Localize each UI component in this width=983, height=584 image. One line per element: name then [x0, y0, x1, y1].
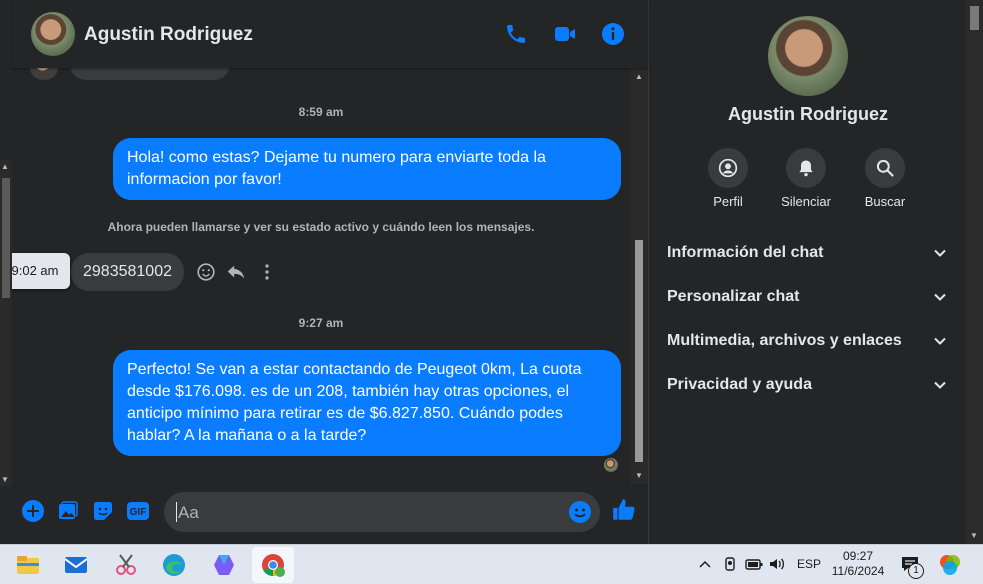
previous-message[interactable]	[70, 68, 230, 80]
mute-label: Silenciar	[781, 194, 831, 209]
mute-button[interactable]: Silenciar	[766, 148, 846, 209]
chevron-down-icon	[934, 293, 946, 301]
contact-avatar[interactable]	[31, 12, 75, 56]
mail-icon[interactable]	[62, 551, 90, 579]
scrollbar-thumb[interactable]	[970, 6, 979, 30]
section-label: Personalizar chat	[667, 288, 800, 305]
outer-scrollbar[interactable]: ▲ ▼	[0, 160, 12, 486]
phone-icon[interactable]	[504, 22, 528, 46]
section-media-files-links[interactable]: Multimedia, archivos y enlaces	[667, 326, 951, 356]
scrollbar-thumb[interactable]	[2, 178, 10, 298]
copilot-icon[interactable]	[210, 551, 238, 579]
profile-icon	[718, 158, 738, 178]
message-list[interactable]: 8:59 am Hola! como estas? Dejame tu nume…	[12, 68, 630, 484]
taskbar: ESP 09:27 11/6/2024 1	[0, 544, 983, 584]
file-explorer-icon[interactable]	[14, 551, 42, 579]
chevron-down-icon	[934, 249, 946, 257]
notification-badge: 1	[908, 563, 924, 579]
language-indicator[interactable]: ESP	[797, 557, 821, 571]
search-icon	[876, 159, 894, 177]
section-label: Información del chat	[667, 244, 824, 261]
react-icon[interactable]	[195, 261, 217, 283]
section-label: Privacidad y ayuda	[667, 376, 812, 393]
sticker-icon[interactable]	[91, 499, 115, 523]
more-options-icon[interactable]	[256, 261, 278, 283]
composer: GIF Aa	[12, 484, 648, 544]
gif-label: GIF	[130, 507, 147, 518]
page-scrollbar[interactable]: ▼	[966, 0, 983, 544]
incoming-message[interactable]: 2983581002	[71, 253, 184, 291]
outgoing-message[interactable]: Perfecto! Se van a estar contactando de …	[113, 350, 621, 456]
clock-time: 09:27	[842, 549, 874, 563]
timestamp: 9:27 am	[298, 316, 344, 330]
chrome-icon[interactable]	[259, 551, 287, 579]
section-chat-info[interactable]: Información del chat	[667, 238, 951, 268]
volume-icon[interactable]	[768, 556, 786, 572]
reply-icon[interactable]	[225, 261, 247, 283]
system-note: Ahora pueden llamarse y ver su estado ac…	[107, 220, 535, 234]
profile-label: Perfil	[713, 194, 743, 209]
seen-avatar	[604, 458, 618, 472]
outgoing-message[interactable]: Hola! como estas? Dejame tu numero para …	[113, 138, 621, 200]
chat-column: Agustin Rodriguez 8:59 am Hola! como est…	[12, 0, 648, 544]
search-label: Buscar	[864, 194, 906, 209]
clock-date: 11/6/2024	[831, 564, 885, 578]
scroll-up-arrow-icon[interactable]: ▲	[635, 72, 643, 81]
message-scrollbar[interactable]: ▲ ▼	[630, 68, 648, 484]
time-tooltip: 9:02 am	[12, 253, 70, 289]
chevron-down-icon	[934, 337, 946, 345]
search-button[interactable]: Buscar	[845, 148, 925, 209]
chevron-up-icon[interactable]	[699, 559, 711, 569]
section-customize-chat[interactable]: Personalizar chat	[667, 282, 951, 312]
messenger-window: ▲ ▼ Agustin Rodriguez 8:59 am Hola! como…	[0, 0, 983, 544]
message-input-placeholder: Aa	[178, 503, 199, 522]
battery-icon[interactable]	[745, 557, 763, 571]
meet-now-icon[interactable]	[722, 556, 738, 572]
scroll-down-arrow-icon[interactable]: ▼	[635, 471, 643, 480]
info-icon[interactable]	[601, 22, 625, 46]
chat-header: Agustin Rodriguez	[12, 0, 648, 68]
timestamp: 8:59 am	[298, 105, 344, 119]
photo-icon[interactable]	[56, 499, 80, 523]
scroll-down-arrow-icon[interactable]: ▼	[1, 475, 9, 484]
edge-icon[interactable]	[160, 551, 188, 579]
snipping-tool-icon[interactable]	[112, 551, 140, 579]
section-privacy-help[interactable]: Privacidad y ayuda	[667, 370, 951, 400]
section-label: Multimedia, archivos y enlaces	[667, 332, 902, 349]
contact-name[interactable]: Agustin Rodriguez	[84, 24, 253, 46]
copilot-tray-icon[interactable]	[938, 553, 962, 577]
message-input[interactable]: Aa	[164, 492, 600, 532]
panel-contact-name: Agustin Rodriguez	[728, 104, 888, 124]
contact-avatar-small	[30, 68, 58, 80]
plus-icon[interactable]	[21, 499, 45, 523]
profile-button[interactable]: Perfil	[688, 148, 768, 209]
scroll-down-arrow-icon[interactable]: ▼	[970, 531, 978, 540]
contact-avatar-large[interactable]	[768, 16, 848, 96]
emoji-icon[interactable]	[568, 500, 592, 524]
chat-details-panel: Agustin Rodriguez Perfil Silenciar Busca…	[648, 0, 966, 544]
chevron-down-icon	[934, 381, 946, 389]
text-cursor	[176, 502, 177, 522]
video-icon[interactable]	[553, 22, 577, 46]
scroll-up-arrow-icon[interactable]: ▲	[1, 162, 9, 171]
gif-icon[interactable]: GIF	[126, 499, 150, 523]
scrollbar-thumb[interactable]	[635, 240, 643, 462]
like-icon[interactable]	[611, 497, 637, 523]
clock[interactable]: 09:27 11/6/2024	[826, 549, 890, 579]
bell-icon	[799, 160, 813, 177]
